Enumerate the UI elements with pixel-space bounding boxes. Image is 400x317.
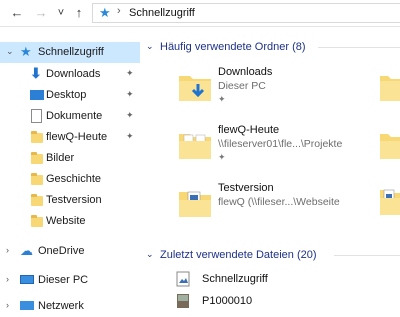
folder-icon: [31, 215, 43, 227]
sidebar-item-label: Geschichte: [46, 173, 102, 185]
pin-icon: ✦: [218, 94, 226, 104]
downloads-folder-icon: [179, 76, 211, 101]
tile-name: Testversion: [218, 182, 274, 194]
sidebar-item-label: Bilder: [46, 152, 75, 164]
content-pane: ⌄ Häufig verwendete Ordner (8) Downloads…: [140, 26, 400, 308]
recent-file-item[interactable]: P1000010: [170, 292, 400, 312]
group-recent-files[interactable]: ⌄ Zuletzt verwendete Dateien (20): [140, 244, 400, 264]
folder-icon: [31, 131, 43, 143]
group-title: Zuletzt verwendete Dateien (20): [160, 249, 317, 261]
navigation-pane: ⌄ ★ Schnellzugriff ⬇ Downloads ✦ Desktop…: [0, 34, 140, 312]
image-file-icon: [176, 271, 190, 287]
folder-tile-partial[interactable]: [378, 70, 400, 104]
group-title: Häufig verwendete Ordner (8): [160, 41, 306, 53]
address-field[interactable]: ★ › Schnellzugriff: [92, 3, 400, 23]
folder-tile-partial[interactable]: [378, 128, 400, 162]
chevron-right-icon[interactable]: ›: [6, 245, 9, 255]
tile-location: flewQ (\\fileser...\Webseite: [218, 196, 340, 208]
forward-button[interactable]: →: [32, 4, 50, 22]
folder-icon: [31, 173, 43, 185]
folder-icon: [380, 76, 400, 101]
desktop-icon: [30, 90, 44, 100]
sidebar-item-onedrive[interactable]: › ☁ OneDrive: [0, 241, 140, 262]
folder-icon: [380, 134, 400, 159]
sidebar-item-label: Downloads: [46, 68, 101, 80]
sidebar-item-label: Testversion: [46, 194, 102, 206]
folder-icon: [179, 191, 211, 217]
chevron-right-icon[interactable]: ›: [6, 274, 9, 284]
folder-tile-partial[interactable]: [378, 184, 400, 218]
breadcrumb-schnellzugriff[interactable]: Schnellzugriff: [129, 7, 195, 19]
chevron-down-icon[interactable]: ⌄: [146, 41, 154, 52]
sidebar-item-label: Netzwerk: [38, 300, 84, 312]
recent-locations-button[interactable]: ˅: [52, 4, 70, 22]
group-divider: [318, 47, 400, 48]
star-icon: ★: [20, 44, 32, 59]
sidebar-item-netzwerk[interactable]: › Netzwerk: [0, 296, 140, 317]
sidebar-item-schnellzugriff[interactable]: ⌄ ★ Schnellzugriff: [0, 42, 140, 63]
pin-icon[interactable]: ✦: [126, 131, 134, 142]
download-icon: ⬇: [30, 65, 42, 81]
tile-name: flewQ-Heute: [218, 124, 280, 136]
sidebar-item-label: Website: [46, 215, 86, 227]
folder-tile-testversion[interactable]: Testversion flewQ (\\fileser...\Webseite: [170, 180, 400, 232]
sidebar-item-downloads[interactable]: ⬇ Downloads ✦: [0, 64, 140, 85]
sidebar-item-dieser-pc[interactable]: › Dieser PC: [0, 270, 140, 291]
folder-tile-downloads[interactable]: Downloads Dieser PC ✦: [170, 64, 400, 116]
tile-name: Downloads: [218, 66, 273, 78]
tile-location: \\fileserver01\fle...\Projekte: [218, 138, 343, 150]
back-button[interactable]: ←: [8, 4, 26, 22]
breadcrumb-separator[interactable]: ›: [117, 5, 121, 17]
file-name: P1000010: [202, 295, 253, 307]
sidebar-item-dokumente[interactable]: Dokumente ✦: [0, 106, 140, 127]
sidebar-item-label: Schnellzugriff: [38, 46, 104, 58]
photo-thumbnail-icon: [177, 294, 189, 308]
tile-location: Dieser PC: [218, 80, 266, 92]
sidebar-item-label: flewQ-Heute: [46, 131, 108, 143]
folder-icon: [31, 194, 43, 206]
documents-icon: [31, 109, 42, 123]
cloud-icon: ☁: [20, 243, 33, 258]
group-frequent-folders[interactable]: ⌄ Häufig verwendete Ordner (8): [140, 36, 400, 56]
sidebar-item-label: Dokumente: [46, 110, 103, 122]
sidebar-item-label: OneDrive: [38, 245, 85, 257]
address-bar: ← → ˅ ↑ ★ › Schnellzugriff: [0, 0, 400, 27]
sidebar-item-testversion[interactable]: Testversion: [0, 190, 140, 211]
pin-icon[interactable]: ✦: [126, 110, 134, 121]
sidebar-item-bilder[interactable]: Bilder: [0, 148, 140, 169]
sidebar-item-desktop[interactable]: Desktop ✦: [0, 85, 140, 106]
chevron-right-icon[interactable]: ›: [6, 300, 9, 310]
file-name: Schnellzugriff: [202, 273, 268, 285]
folder-icon: [380, 189, 400, 215]
recent-file-item[interactable]: Schnellzugriff: [170, 270, 400, 290]
star-icon: ★: [99, 5, 111, 20]
sidebar-item-website[interactable]: Website: [0, 211, 140, 232]
sidebar-item-label: Dieser PC: [38, 274, 89, 286]
pin-icon[interactable]: ✦: [126, 89, 134, 100]
pin-icon: ✦: [218, 152, 226, 162]
chevron-down-icon[interactable]: ⌄: [146, 249, 154, 260]
sidebar-item-flewq-heute[interactable]: flewQ-Heute ✦: [0, 127, 140, 148]
folder-tile-flewq-heute[interactable]: flewQ-Heute \\fileserver01\fle...\Projek…: [170, 122, 400, 174]
sidebar-item-geschichte[interactable]: Geschichte: [0, 169, 140, 190]
folder-icon: [179, 134, 211, 159]
pin-icon[interactable]: ✦: [126, 68, 134, 79]
up-button[interactable]: ↑: [70, 4, 88, 22]
chevron-down-icon[interactable]: ⌄: [6, 46, 14, 57]
folder-icon: [31, 152, 43, 164]
computer-icon: [20, 275, 34, 284]
group-divider: [334, 255, 400, 256]
sidebar-item-label: Desktop: [46, 89, 87, 101]
